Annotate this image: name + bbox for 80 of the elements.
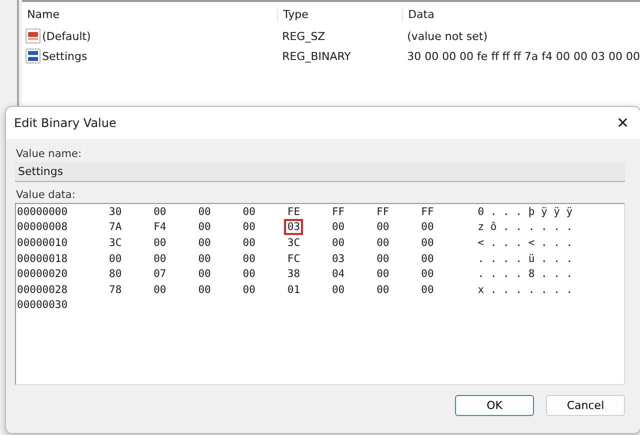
hex-byte: 00 [376, 252, 390, 267]
offset-label: 00000028 [16, 284, 69, 296]
hex-byte: 00 [376, 267, 390, 282]
ascii-text: . . . . 8 . . . [478, 268, 573, 280]
hex-byte: 00 [420, 252, 435, 267]
cancel-button[interactable]: Cancel [546, 395, 625, 416]
ok-button[interactable]: OK [455, 395, 534, 416]
hex-byte: 3C [286, 236, 302, 251]
hex-byte: 30 [108, 204, 123, 220]
hex-byte: 00 [108, 252, 123, 267]
value-data-label: Value data: [16, 189, 76, 201]
value-type: REG_SZ [281, 30, 326, 42]
ascii-text: x . . . . . . . [478, 284, 573, 296]
hex-byte: 00 [197, 252, 212, 267]
hex-byte: 00 [376, 220, 390, 236]
hex-byte: FF [376, 204, 390, 220]
hex-byte: 03 [330, 252, 346, 267]
value-name-label: Value name: [16, 148, 82, 160]
hex-byte: 01 [286, 282, 302, 298]
hex-byte: 00 [242, 267, 256, 282]
hex-byte: 78 [108, 282, 123, 298]
hex-byte: 00 [197, 220, 212, 236]
hex-byte: 00 [197, 236, 212, 251]
hex-byte: 00 [330, 220, 346, 236]
offset-label: 00000030 [16, 299, 69, 312]
hex-byte: 00 [420, 282, 435, 298]
hex-byte: FE [286, 204, 302, 220]
column-header[interactable]: Name [22, 8, 278, 20]
hex-byte: 00 [197, 282, 212, 298]
column-header[interactable]: Type [277, 8, 402, 20]
hex-byte: 04 [330, 267, 346, 282]
hex-byte: 7A [108, 220, 123, 236]
ascii-text: 0 . . . þ ÿ ÿ ÿ [478, 206, 573, 218]
hex-byte: 03 [284, 219, 304, 236]
hex-byte: 00 [242, 282, 256, 298]
value-type: REG_BINARY [281, 50, 352, 62]
hex-byte: 00 [420, 267, 435, 282]
hex-byte: 00 [242, 252, 256, 267]
hex-byte: FF [330, 204, 346, 220]
binary-value-icon [25, 48, 42, 64]
value-data: 30 00 00 00 fe ff ff ff 7a f4 00 00 03 00 00 [406, 50, 640, 62]
value-name-field[interactable]: Settings [15, 162, 625, 182]
hex-byte: 00 [152, 282, 168, 298]
hex-byte: 07 [152, 267, 168, 282]
ascii-text: < . . . < . . . [478, 236, 573, 249]
value-data: (value not set) [406, 30, 489, 42]
hex-byte: FC [286, 252, 302, 267]
hex-byte: 00 [376, 236, 390, 251]
hex-byte: 00 [420, 236, 435, 251]
hex-byte: 00 [242, 220, 256, 236]
offset-label: 00000010 [16, 236, 69, 249]
value-name[interactable]: Settings [42, 50, 88, 62]
hex-byte: 3C [108, 236, 123, 251]
string-value-icon [25, 28, 42, 44]
hex-byte: 00 [420, 220, 435, 236]
offset-label: 00000018 [16, 252, 69, 265]
hex-editor[interactable] [15, 203, 625, 385]
hex-byte: 00 [197, 204, 212, 220]
offset-label: 00000020 [16, 268, 69, 280]
hex-byte: 00 [197, 267, 212, 282]
hex-byte: 80 [108, 267, 123, 282]
hex-byte: F4 [152, 220, 168, 236]
dialog-title: Edit Binary Value [14, 116, 116, 130]
offset-label: 00000000 [16, 206, 69, 218]
hex-byte: 00 [152, 204, 168, 220]
column-header[interactable]: Data [402, 8, 640, 20]
close-button[interactable]: ✕ [606, 108, 640, 138]
hex-byte: 00 [242, 236, 256, 251]
hex-byte: 00 [330, 236, 346, 251]
hex-byte: 38 [286, 267, 302, 282]
ascii-text: z ô . . . . . . [478, 221, 573, 234]
hex-byte: 00 [152, 252, 168, 267]
hex-byte: 00 [330, 282, 346, 298]
offset-label: 00000008 [16, 221, 69, 234]
ascii-text: . . . . ü . . . [478, 252, 573, 265]
hex-byte: FF [420, 204, 435, 220]
hex-byte: 00 [242, 204, 256, 220]
value-name[interactable]: (Default) [42, 30, 91, 42]
hex-byte: 00 [152, 236, 168, 251]
hex-byte: 00 [376, 282, 390, 298]
